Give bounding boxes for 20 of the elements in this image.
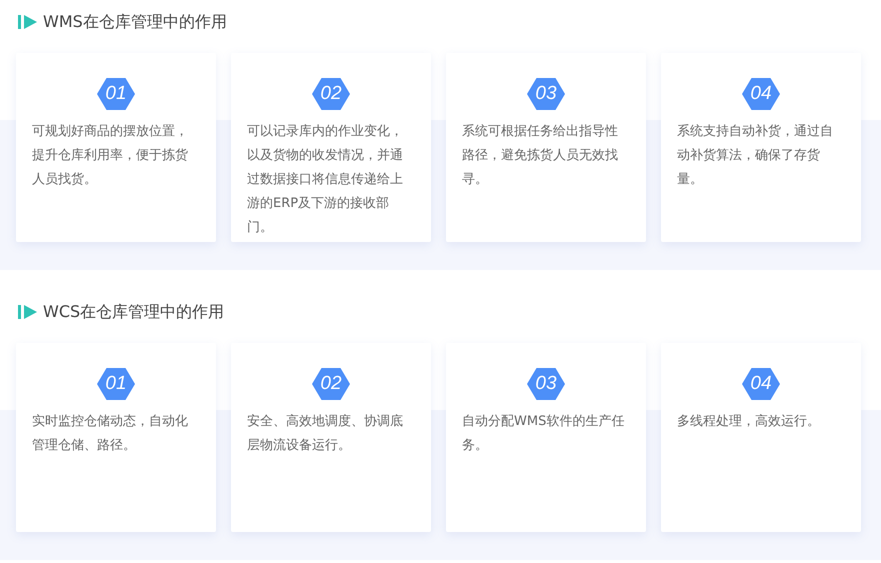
card-text: 可以记录库内的作业变化，以及货物的收发情况，并通过数据接口将信息传递给上游的ERP及下游的接收部门。 xyxy=(247,123,404,237)
play-icon xyxy=(18,304,37,318)
number-badge: 04 xyxy=(742,78,780,110)
card-text: 安全、高效地调度、协调底层物流设备运行。 xyxy=(247,413,404,455)
section-title: WMS在仓库管理中的作用 xyxy=(43,11,227,32)
number-badge: 01 xyxy=(97,368,135,400)
card-text: 系统可根据任务给出指导性路径，避免拣货人员无效找寻。 xyxy=(462,123,619,189)
number-badge: 01 xyxy=(97,78,135,110)
card-text: 可规划好商品的摆放位置，提升仓库利用率，便于拣货人员找货。 xyxy=(32,123,189,189)
number-badge: 03 xyxy=(527,368,565,400)
section-title: WCS在仓库管理中的作用 xyxy=(43,301,224,322)
card-text: 自动分配WMS软件的生产任务。 xyxy=(462,413,626,455)
number-badge: 02 xyxy=(312,368,350,400)
play-icon xyxy=(18,14,37,28)
card-text: 系统支持自动补货，通过自动补货算法，确保了存货量。 xyxy=(677,123,834,189)
number-badge: 04 xyxy=(742,368,780,400)
card-text: 实时监控仓储动态，自动化管理仓储、路径。 xyxy=(32,413,189,455)
number-badge: 02 xyxy=(312,78,350,110)
card-text: 多线程处理，高效运行。 xyxy=(677,413,821,431)
number-badge: 03 xyxy=(527,78,565,110)
